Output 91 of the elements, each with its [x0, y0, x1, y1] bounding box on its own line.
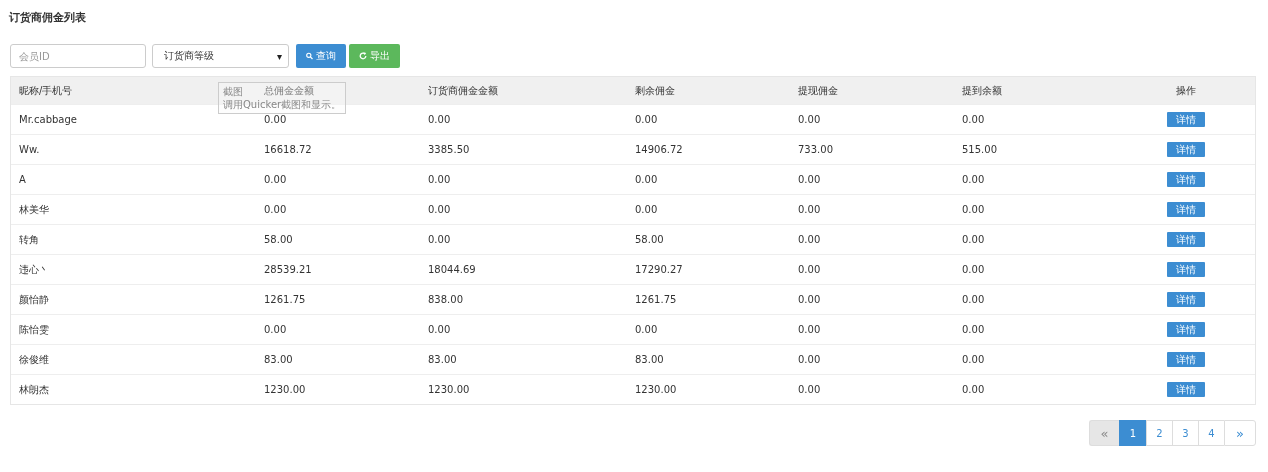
details-button[interactable]: 详情: [1167, 202, 1205, 217]
details-button[interactable]: 详情: [1167, 142, 1205, 157]
table-cell: 17290.27: [635, 264, 683, 275]
table-cell: 0.00: [798, 264, 821, 275]
table-cell: 83.00: [635, 354, 664, 365]
column-header: 提到余额: [962, 84, 1002, 96]
table-cell: 0.00: [264, 204, 287, 215]
column-header: 订货商佣金金额: [428, 84, 498, 96]
table-cell: 陈怡雯: [19, 323, 49, 335]
table-cell: 0.00: [962, 264, 985, 275]
table-cell: 0.00: [962, 234, 985, 245]
table-cell: 838.00: [428, 294, 463, 305]
table-cell: 1261.75: [635, 294, 677, 305]
table-cell: 0.00: [798, 324, 821, 335]
details-button[interactable]: 详情: [1167, 352, 1205, 367]
table-cell: 0.00: [798, 204, 821, 215]
search-button[interactable]: 查询: [296, 44, 346, 68]
table-cell: 515.00: [962, 144, 997, 155]
table-cell: 1230.00: [635, 384, 677, 395]
table-cell: 3385.50: [428, 144, 470, 155]
details-button[interactable]: 详情: [1167, 382, 1205, 397]
table-cell: 1230.00: [428, 384, 470, 395]
tooltip-text: 调用Quicker截图和显示。: [223, 99, 342, 110]
table-cell: 转角: [19, 233, 39, 245]
table-cell: 0.00: [264, 324, 287, 335]
page-button[interactable]: 4: [1198, 420, 1224, 446]
table-cell: Ww.: [19, 144, 40, 155]
table-cell: 0.00: [428, 204, 451, 215]
table-cell: 徐俊维: [19, 353, 49, 365]
table-cell: 0.00: [635, 324, 658, 335]
table-cell: 733.00: [798, 144, 833, 155]
member-id-field[interactable]: 会员ID: [10, 44, 146, 68]
column-header: 昵称/手机号: [19, 84, 73, 96]
refresh-icon: [359, 51, 367, 61]
details-button[interactable]: 详情: [1167, 232, 1205, 247]
page-button[interactable]: 3: [1172, 420, 1198, 446]
column-header: 总佣金金额: [264, 84, 314, 96]
table-cell: 0.00: [962, 354, 985, 365]
table-cell: 0.00: [798, 234, 821, 245]
tooltip-title: 截图: [223, 86, 243, 97]
table-cell: 0.00: [962, 324, 985, 335]
details-button[interactable]: 详情: [1167, 322, 1205, 337]
table-cell: 18044.69: [428, 264, 476, 275]
table-cell: 83.00: [264, 354, 293, 365]
table-cell: Mr.cabbage: [19, 114, 77, 125]
table-cell: 0.00: [798, 384, 821, 395]
export-button[interactable]: 导出: [349, 44, 400, 68]
table-cell: 0.00: [428, 174, 451, 185]
column-header: 剩余佣金: [635, 84, 675, 96]
table-cell: A: [19, 174, 26, 185]
table-cell: 0.00: [798, 174, 821, 185]
page-button[interactable]: 2: [1146, 420, 1172, 446]
table-cell: 颜怡静: [19, 293, 49, 305]
table-cell: 0.00: [428, 324, 451, 335]
table-cell: 0.00: [428, 234, 451, 245]
table-cell: 0.00: [962, 384, 985, 395]
table-cell: 0.00: [798, 294, 821, 305]
table-cell: 28539.21: [264, 264, 312, 275]
table-cell: 58.00: [635, 234, 664, 245]
level-select[interactable]: 订货商等级 ▾: [152, 44, 289, 68]
next-page-button[interactable]: »: [1224, 420, 1256, 446]
page-title: 订货商佣金列表: [9, 10, 87, 24]
table-cell: 0.00: [264, 114, 287, 125]
column-header: 提现佣金: [798, 84, 838, 96]
table-cell: 林美华: [19, 203, 49, 215]
table-cell: 58.00: [264, 234, 293, 245]
table-cell: 0.00: [962, 174, 985, 185]
table-cell: 0.00: [798, 354, 821, 365]
table-cell: 0.00: [962, 114, 985, 125]
table-cell: 0.00: [962, 294, 985, 305]
table-cell: 1230.00: [264, 384, 306, 395]
details-button[interactable]: 详情: [1167, 172, 1205, 187]
table-cell: 16618.72: [264, 144, 312, 155]
details-button[interactable]: 详情: [1167, 292, 1205, 307]
table-cell: 违心丶: [19, 263, 49, 275]
table-cell: 83.00: [428, 354, 457, 365]
table-cell: 0.00: [962, 204, 985, 215]
page-button[interactable]: 1: [1119, 420, 1146, 446]
column-header: 操作: [1176, 84, 1196, 96]
table-cell: 0.00: [798, 114, 821, 125]
table-cell: 0.00: [635, 114, 658, 125]
table-cell: 0.00: [635, 204, 658, 215]
table-cell: 1261.75: [264, 294, 306, 305]
table-cell: 14906.72: [635, 144, 683, 155]
table-cell: 0.00: [264, 174, 287, 185]
search-icon: [306, 51, 313, 61]
details-button[interactable]: 详情: [1167, 112, 1205, 127]
table-cell: 0.00: [635, 174, 658, 185]
table-cell: 林朗杰: [19, 383, 49, 395]
table-cell: 0.00: [428, 114, 451, 125]
details-button[interactable]: 详情: [1167, 262, 1205, 277]
